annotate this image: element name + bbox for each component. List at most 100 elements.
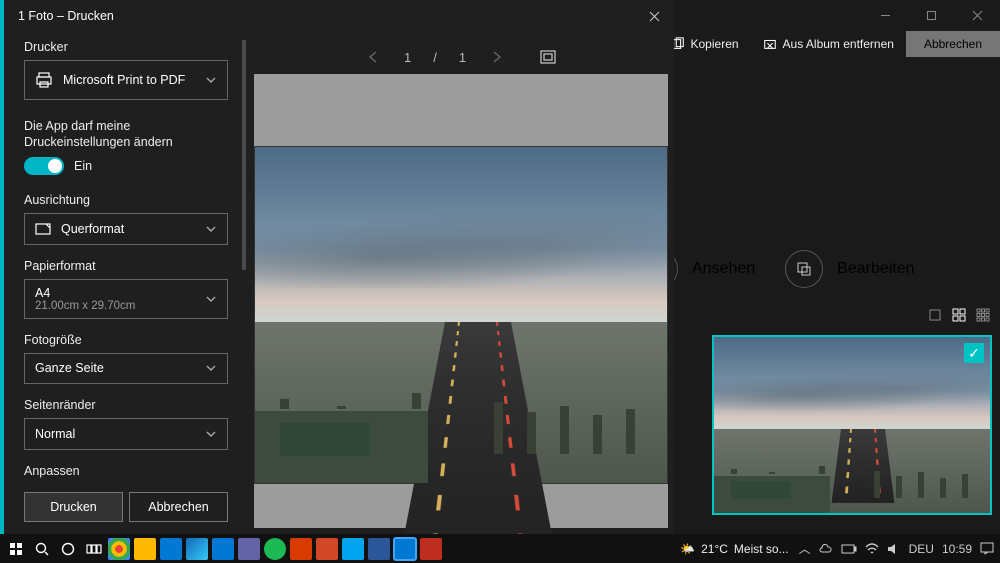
close-window-button[interactable] [954, 0, 1000, 30]
tray-chevron-icon[interactable]: ︿ [799, 540, 811, 557]
pager-prev-button[interactable] [366, 50, 382, 64]
orientation-select[interactable]: Querformat [24, 213, 228, 245]
printer-value: Microsoft Print to PDF [63, 73, 205, 87]
weather-text: Meist so... [734, 542, 789, 556]
settings-scrollbar[interactable] [242, 40, 246, 460]
orientation-label: Ausrichtung [24, 193, 228, 207]
view-mode-icons [926, 306, 992, 324]
pager-sep: / [433, 50, 437, 65]
dialog-settings-panel: Drucker Microsoft Print to PDF Die App d… [4, 0, 248, 534]
cancel-print-button[interactable]: Abbrechen [129, 492, 228, 522]
toolbar-cancel-button[interactable]: Abbrechen [906, 31, 1000, 57]
orientation-value: Querformat [61, 222, 205, 236]
edit-action-label: Bearbeiten [837, 260, 914, 278]
app-permission-label: Die App darf meine Druckeinstellungen än… [24, 118, 228, 152]
toolbar-copy-label: Kopieren [691, 37, 739, 51]
view-action-label: Ansehen [692, 260, 755, 278]
toolbar-remove-album-label: Aus Album entfernen [783, 37, 894, 51]
pager-fit-icon[interactable] [540, 50, 556, 64]
paper-format-value: A4 [35, 286, 135, 300]
app-permission-toggle-row: Ein [24, 157, 228, 175]
app-icon[interactable] [420, 538, 442, 560]
thumbnail-selected-check-icon[interactable]: ✓ [964, 343, 984, 363]
chevron-down-icon [205, 223, 217, 235]
start-button[interactable] [6, 539, 26, 559]
dialog-action-buttons: Drucken Abbrechen [24, 484, 228, 522]
printer-select[interactable]: Microsoft Print to PDF [24, 60, 228, 100]
toolbar-remove-album-button[interactable]: Aus Album entfernen [751, 31, 906, 57]
app-icon[interactable] [342, 538, 364, 560]
maximize-button[interactable] [908, 0, 954, 30]
edge-app-icon[interactable] [186, 538, 208, 560]
task-view-icon[interactable] [84, 539, 104, 559]
margins-select[interactable]: Normal [24, 418, 228, 450]
powerpoint-app-icon[interactable] [290, 538, 312, 560]
confirm-print-label: Drucken [50, 500, 97, 514]
thumbnail-image [714, 337, 990, 513]
pager-total: 1 [459, 50, 466, 65]
printer-icon [35, 71, 53, 89]
photos-app-icon[interactable] [394, 538, 416, 560]
weather-icon: 🌤️ [680, 542, 695, 556]
wifi-icon[interactable] [865, 543, 879, 555]
chevron-down-icon [205, 293, 217, 305]
taskbar-apps [108, 538, 442, 560]
chevron-down-icon [205, 362, 217, 374]
chrome-app-icon[interactable] [108, 538, 130, 560]
printer-label: Drucker [24, 40, 228, 54]
app-permission-toggle[interactable] [24, 157, 64, 175]
weather-widget[interactable]: 🌤️ 21°C Meist so... [680, 542, 788, 556]
windows-taskbar: 🌤️ 21°C Meist so... ︿ DEU 10:59 [0, 534, 1000, 563]
language-indicator[interactable]: DEU [909, 542, 934, 556]
edit-action[interactable]: Bearbeiten [785, 250, 914, 288]
paper-format-sub: 21.00cm x 29.70cm [35, 300, 135, 312]
view-small-grid-icon[interactable] [974, 306, 992, 324]
view-single-icon[interactable] [926, 306, 944, 324]
spotify-app-icon[interactable] [264, 538, 286, 560]
search-icon[interactable] [32, 539, 52, 559]
chevron-down-icon [205, 428, 217, 440]
photo-size-label: Fotogröße [24, 333, 228, 347]
preview-page [254, 146, 668, 484]
action-center-icon[interactable] [980, 542, 994, 555]
clock[interactable]: 10:59 [942, 542, 972, 556]
selected-thumbnail[interactable]: ✓ [712, 335, 992, 515]
fit-label: Anpassen [24, 464, 228, 478]
cancel-print-label: Abbrechen [148, 500, 208, 514]
center-actions: Ansehen Bearbeiten [640, 250, 915, 288]
taskbar-left [6, 539, 104, 559]
confirm-print-button[interactable]: Drucken [24, 492, 123, 522]
remove-album-icon [763, 37, 777, 51]
toolbar-cancel-label: Abbrechen [924, 37, 982, 51]
taskbar-right: 🌤️ 21°C Meist so... ︿ DEU 10:59 [680, 540, 994, 557]
minimize-button[interactable] [862, 0, 908, 30]
pager-next-button[interactable] [488, 50, 504, 64]
preview-pager: 1 / 1 [254, 40, 668, 74]
margins-label: Seitenränder [24, 398, 228, 412]
app-icon[interactable] [316, 538, 338, 560]
battery-icon[interactable] [841, 544, 857, 554]
explorer-app-icon[interactable] [134, 538, 156, 560]
mail-app-icon[interactable] [160, 538, 182, 560]
preview-area [254, 74, 668, 528]
edit-icon [785, 250, 823, 288]
store-app-icon[interactable] [212, 538, 234, 560]
teams-app-icon[interactable] [238, 538, 260, 560]
word-app-icon[interactable] [368, 538, 390, 560]
photo-size-value: Ganze Seite [35, 361, 205, 375]
chevron-down-icon [205, 74, 217, 86]
onedrive-icon[interactable] [819, 543, 833, 555]
toggle-on-label: Ein [74, 159, 92, 173]
paper-format-select[interactable]: A4 21.00cm x 29.70cm [24, 279, 228, 319]
pager-current: 1 [404, 50, 411, 65]
dialog-close-button[interactable] [649, 11, 660, 22]
photo-size-select[interactable]: Ganze Seite [24, 353, 228, 385]
dialog-preview-panel: 1 / 1 [248, 0, 674, 534]
print-dialog: 1 Foto – Drucken Drucker Microsoft Print… [0, 0, 674, 534]
view-grid-icon[interactable] [950, 306, 968, 324]
cortana-icon[interactable] [58, 539, 78, 559]
volume-icon[interactable] [887, 543, 901, 555]
margins-value: Normal [35, 427, 205, 441]
system-tray: ︿ DEU 10:59 [799, 540, 994, 557]
paper-format-label: Papierformat [24, 259, 228, 273]
